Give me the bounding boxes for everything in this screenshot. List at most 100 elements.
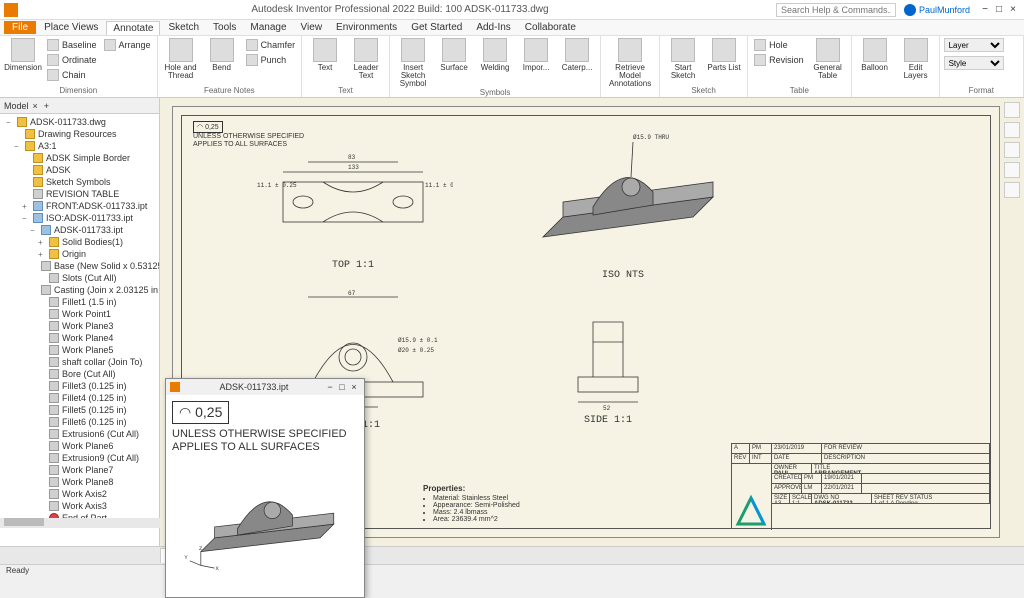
- drawing-properties: Properties: Material: Stainless Steel Ap…: [423, 484, 543, 523]
- tree-node[interactable]: +Solid Bodies(1): [2, 236, 157, 248]
- tree-node[interactable]: −A3:1: [2, 140, 157, 152]
- preview-spec: ◠ 0,25: [172, 401, 229, 424]
- user-icon[interactable]: [904, 4, 916, 16]
- tree-node[interactable]: Fillet3 (0.125 in): [2, 380, 157, 392]
- tab-add-ins[interactable]: Add-Ins: [470, 21, 516, 34]
- model-browser: Model × + −ADSK-011733.dwg Drawing Resourc…: [0, 98, 160, 546]
- close-button[interactable]: ×: [1006, 4, 1020, 15]
- tab-collaborate[interactable]: Collaborate: [519, 21, 582, 34]
- tree-node[interactable]: Work Axis3: [2, 500, 157, 512]
- tree-root[interactable]: −ADSK-011733.dwg: [2, 116, 157, 128]
- surface-spec-note: ◠ 0,25 UNLESS OTHERWISE SPECIFIED APPLIE…: [193, 121, 304, 149]
- tab-tools[interactable]: Tools: [207, 21, 242, 34]
- svg-text:83: 83: [348, 154, 356, 161]
- user-name[interactable]: PaulMunford: [919, 5, 970, 15]
- preview-close-button[interactable]: ×: [348, 382, 360, 392]
- preview-minimize-button[interactable]: −: [324, 382, 336, 392]
- tree-node[interactable]: +FRONT:ADSK-011733.ipt: [2, 200, 157, 212]
- browser-scrollbar[interactable]: [0, 518, 160, 528]
- tree-node[interactable]: Fillet4 (0.125 in): [2, 392, 157, 404]
- hole-thread-button[interactable]: Hole and Thread: [162, 38, 200, 80]
- tree-node[interactable]: Fillet6 (0.125 in): [2, 416, 157, 428]
- fullnav-button[interactable]: [1004, 122, 1020, 138]
- tree-node[interactable]: Extrusion9 (Cut All): [2, 452, 157, 464]
- ordinate-button[interactable]: Ordinate: [45, 53, 99, 67]
- tree-node[interactable]: Slots (Cut All): [2, 272, 157, 284]
- balloon-button[interactable]: Balloon: [856, 38, 894, 72]
- tab-view[interactable]: View: [295, 21, 329, 34]
- retrieve-annotations-button[interactable]: Retrieve Model Annotations: [605, 38, 655, 88]
- baseline-button[interactable]: Baseline: [45, 38, 99, 52]
- dimension-button[interactable]: Dimension: [4, 38, 42, 72]
- view-side[interactable]: 52 SIDE 1:1: [543, 292, 673, 412]
- tab-place-views[interactable]: Place Views: [38, 21, 104, 34]
- welding-button[interactable]: Welding: [476, 38, 514, 72]
- tree-node[interactable]: Work Axis2: [2, 488, 157, 500]
- tree-node[interactable]: Drawing Resources: [2, 128, 157, 140]
- general-table-button[interactable]: General Table: [809, 38, 847, 80]
- home-view-button[interactable]: [1004, 102, 1020, 118]
- tree-node[interactable]: Work Plane3: [2, 320, 157, 332]
- leader-text-button[interactable]: Leader Text: [347, 38, 385, 80]
- preview-maximize-button[interactable]: □: [336, 382, 348, 392]
- maximize-button[interactable]: □: [992, 4, 1006, 15]
- tree-node[interactable]: −ADSK-011733.ipt: [2, 224, 157, 236]
- sketch-symbol-button[interactable]: Insert Sketch Symbol: [394, 38, 432, 88]
- tree-node[interactable]: Work Point1: [2, 308, 157, 320]
- tab-environments[interactable]: Environments: [330, 21, 403, 34]
- chamfer-button[interactable]: Chamfer: [244, 38, 298, 52]
- tree-node[interactable]: Work Plane8: [2, 476, 157, 488]
- tree-node[interactable]: Work Plane5: [2, 344, 157, 356]
- tree-node[interactable]: Work Plane7: [2, 464, 157, 476]
- minimize-button[interactable]: −: [978, 4, 992, 15]
- start-sketch-button[interactable]: Start Sketch: [664, 38, 702, 80]
- tree-node[interactable]: Bore (Cut All): [2, 368, 157, 380]
- revision-button[interactable]: Revision: [752, 53, 806, 67]
- tab-manage[interactable]: Manage: [244, 21, 292, 34]
- orbit-button[interactable]: [1004, 182, 1020, 198]
- view-iso[interactable]: Ø15.9 THRU ISO NTS: [513, 127, 733, 267]
- tree-node[interactable]: shaft collar (Join To): [2, 356, 157, 368]
- caterpillar-button[interactable]: Caterp...: [558, 38, 596, 72]
- hole-table-button[interactable]: Hole: [752, 38, 806, 52]
- tree-node[interactable]: ADSK Simple Border: [2, 152, 157, 164]
- browser-title: Model: [4, 101, 29, 111]
- help-search-input[interactable]: [776, 3, 896, 17]
- layer-select[interactable]: Layer: [944, 38, 1004, 52]
- tree-node[interactable]: Base (New Solid x 0.53125 in): [2, 260, 157, 272]
- surface-button[interactable]: Surface: [435, 38, 473, 72]
- tree-node[interactable]: Casting (Join x 2.03125 in x -12 de...: [2, 284, 157, 296]
- browser-add-icon[interactable]: +: [44, 101, 49, 111]
- tab-get-started[interactable]: Get Started: [405, 21, 468, 34]
- style-select[interactable]: Style: [944, 56, 1004, 70]
- tree-node[interactable]: Fillet1 (1.5 in): [2, 296, 157, 308]
- arrange-button[interactable]: Arrange: [102, 38, 153, 52]
- tree-node[interactable]: Sketch Symbols: [2, 176, 157, 188]
- browser-close-icon[interactable]: ×: [33, 101, 38, 111]
- ribbon-tabs: File Place Views Annotate Sketch Tools M…: [0, 20, 1024, 36]
- tab-sketch[interactable]: Sketch: [162, 21, 205, 34]
- part-preview-window[interactable]: ADSK-011733.ipt − □ × ◠ 0,25 UNLESS OTHE…: [165, 378, 365, 598]
- tree-node[interactable]: +Origin: [2, 248, 157, 260]
- bend-button[interactable]: Bend: [203, 38, 241, 72]
- import-button[interactable]: Impor...: [517, 38, 555, 72]
- chain-button[interactable]: Chain: [45, 68, 99, 82]
- zoom-button[interactable]: [1004, 162, 1020, 178]
- text-button[interactable]: Text: [306, 38, 344, 72]
- pan-button[interactable]: [1004, 142, 1020, 158]
- tab-annotate[interactable]: Annotate: [106, 21, 160, 35]
- tree-node[interactable]: Work Plane6: [2, 440, 157, 452]
- view-top[interactable]: 133 83 11.1 ± 0.25 11.1 ± 0.25 TOP 1:1: [253, 147, 453, 257]
- tree-node[interactable]: −ISO:ADSK-011733.ipt: [2, 212, 157, 224]
- svg-text:11.1 ± 0.25: 11.1 ± 0.25: [257, 182, 297, 189]
- tree-node[interactable]: Work Plane4: [2, 332, 157, 344]
- tree-node[interactable]: Extrusion6 (Cut All): [2, 428, 157, 440]
- punch-button[interactable]: Punch: [244, 53, 298, 67]
- group-symbols-label: Symbols: [394, 88, 596, 97]
- tree-node[interactable]: Fillet5 (0.125 in): [2, 404, 157, 416]
- parts-list-button[interactable]: Parts List: [705, 38, 743, 72]
- tree-node[interactable]: ADSK: [2, 164, 157, 176]
- file-menu[interactable]: File: [4, 21, 36, 34]
- edit-layers-button[interactable]: Edit Layers: [897, 38, 935, 80]
- tree-node[interactable]: REVISION TABLE: [2, 188, 157, 200]
